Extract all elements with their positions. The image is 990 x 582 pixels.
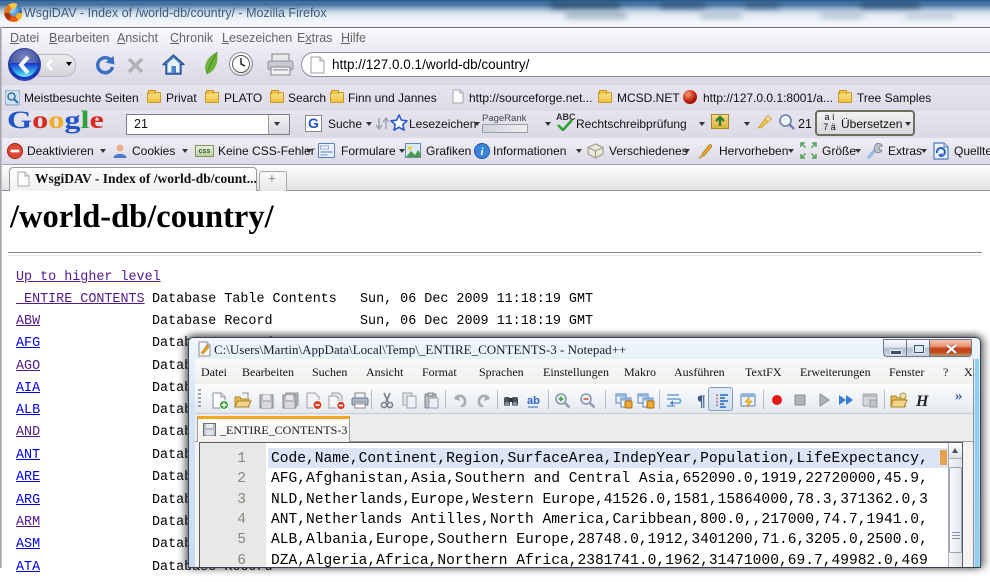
- svg-text:ab: ab: [527, 395, 540, 407]
- svg-text:¶: ¶: [697, 393, 706, 410]
- svg-text:H: H: [915, 393, 929, 410]
